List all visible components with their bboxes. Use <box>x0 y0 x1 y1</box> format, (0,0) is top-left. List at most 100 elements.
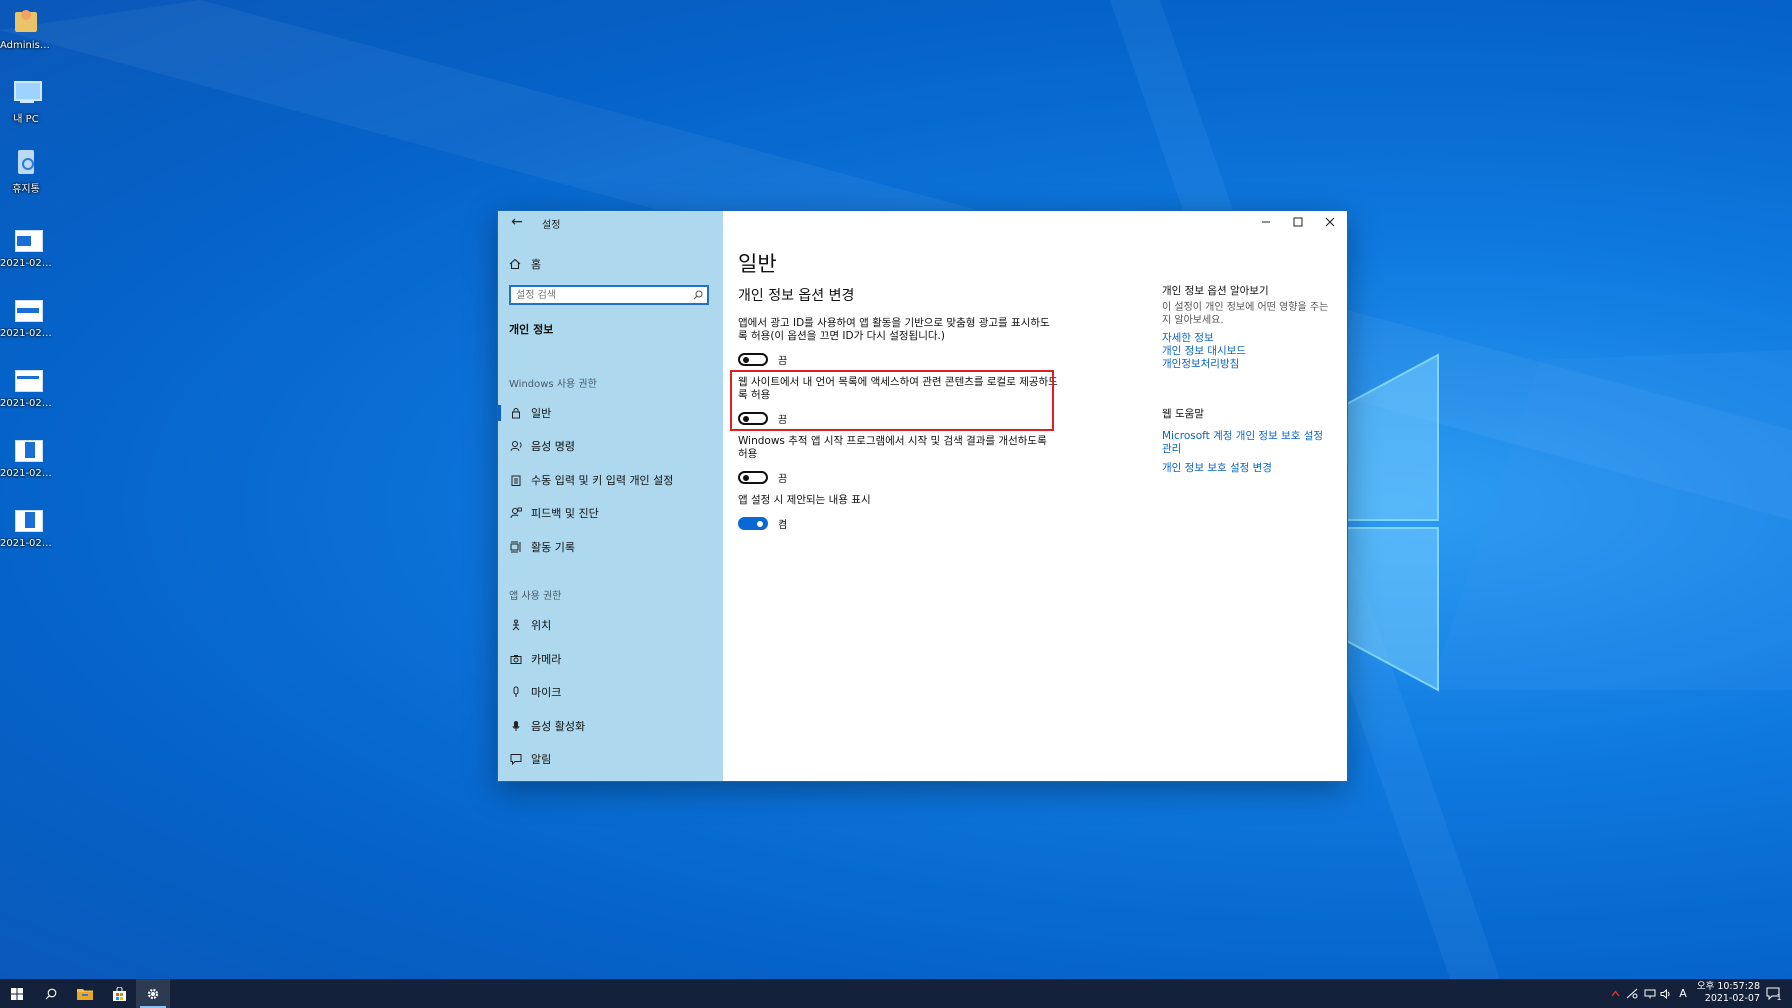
sidebar-item-label: 카메라 <box>531 653 562 666</box>
minimize-icon <box>1262 221 1270 223</box>
clock-date: 2021-02-07 <box>1704 993 1760 1004</box>
titlebar: ← 설정 <box>498 211 723 233</box>
link-privacy-dashboard[interactable]: 개인 정보 대시보드 <box>1162 345 1332 358</box>
home-link[interactable]: 홈 <box>509 256 541 272</box>
folder-icon <box>77 989 93 1000</box>
option-app-launch-tracking: Windows 추적 앱 시작 프로그램에서 시작 및 검색 결과를 개선하도록… <box>738 435 1058 485</box>
settings-search-box[interactable] <box>509 285 709 305</box>
desktop-icon-administrator[interactable]: Administra... <box>0 8 52 51</box>
toggle-state-label: 켬 <box>778 519 788 531</box>
search-icon <box>693 290 703 300</box>
option-description: 앱 설정 시 제안되는 내용 표시 <box>738 494 871 506</box>
taskbar-search-button[interactable] <box>34 979 68 1008</box>
advertising-id-toggle[interactable] <box>738 352 768 366</box>
settings-search-input[interactable] <box>511 287 686 303</box>
tray-show-hidden[interactable] <box>1608 979 1622 1008</box>
image-file-icon <box>11 436 43 464</box>
voice-activation-icon <box>512 721 520 731</box>
clock-time: 오후 10:57:28 <box>1696 981 1760 992</box>
image-file-icon <box>11 506 43 534</box>
main-content: 일반 개인 정보 옵션 변경 앱에서 광고 ID를 사용하여 앱 활동을 기반으… <box>723 211 1347 781</box>
sidebar: ← 설정 홈 개인 정보 Windows 사용 권한 일반 음성 명령 <box>498 211 723 781</box>
image-file-icon <box>11 366 43 394</box>
sidebar-item-notifications[interactable]: 알림 <box>498 748 723 770</box>
app-title: 설정 <box>542 220 561 231</box>
home-label: 홈 <box>531 258 542 271</box>
section-title: 개인 정보 옵션 변경 <box>738 288 855 304</box>
sidebar-item-camera[interactable]: 카메라 <box>498 648 723 670</box>
sidebar-item-activity-history[interactable]: 활동 기록 <box>498 536 723 558</box>
desktop-icon-screenshot-2[interactable]: 2021-02-0... <box>0 296 52 339</box>
page-title: 일반 <box>738 252 777 276</box>
image-file-icon <box>11 226 43 254</box>
store-button[interactable] <box>102 979 136 1008</box>
web-help-heading: 웹 도움말 <box>1162 408 1204 420</box>
desktop-icon-screenshot-4[interactable]: 2021-02-0... <box>0 436 52 479</box>
link-change-privacy-settings[interactable]: 개인 정보 보호 설정 변경 <box>1162 462 1332 475</box>
location-icon <box>512 619 520 631</box>
sidebar-item-label: 음성 명령 <box>531 440 575 453</box>
group-label-windows-permissions: Windows 사용 권한 <box>509 379 597 390</box>
minimize-button[interactable] <box>1250 211 1282 233</box>
close-button[interactable] <box>1314 211 1346 233</box>
suggested-content-toggle[interactable] <box>738 516 768 530</box>
maximize-button[interactable] <box>1282 211 1314 233</box>
active-indicator <box>498 405 501 421</box>
language-list-toggle[interactable] <box>738 411 768 425</box>
settings-window: ← 설정 홈 개인 정보 Windows 사용 권한 일반 음성 명령 <box>498 211 1347 781</box>
sidebar-item-feedback[interactable]: 피드백 및 진단 <box>498 502 723 524</box>
speech-icon <box>510 441 522 452</box>
option-description: Windows 추적 앱 시작 프로그램에서 시작 및 검색 결과를 개선하도록… <box>738 435 1047 460</box>
sidebar-item-location[interactable]: 위치 <box>498 614 723 636</box>
sidebar-item-microphone[interactable]: 마이크 <box>498 681 723 703</box>
toggle-state-label: 끔 <box>778 473 788 485</box>
sidebar-item-label: 일반 <box>531 407 552 420</box>
link-manage-account-privacy[interactable]: Microsoft 계정 개인 정보 보호 설정 관리 <box>1162 430 1332 456</box>
link-learn-more[interactable]: 자세한 정보 <box>1162 332 1332 345</box>
settings-taskbar-button[interactable] <box>136 979 170 1008</box>
link-privacy-statement[interactable]: 개인정보처리방침 <box>1162 358 1332 371</box>
sidebar-item-inking-typing[interactable]: 수동 입력 및 키 입력 개인 설정 <box>498 469 723 491</box>
sidebar-item-label: 피드백 및 진단 <box>531 507 599 520</box>
volume-icon <box>1660 988 1670 999</box>
desktop-icon-this-pc[interactable]: 내 PC <box>0 78 52 125</box>
learn-heading: 개인 정보 옵션 알아보기 <box>1162 285 1269 297</box>
desktop-icon-screenshot-3[interactable]: 2021-02-0... <box>0 366 52 409</box>
tray-network[interactable] <box>1624 979 1640 1008</box>
home-icon <box>509 258 521 270</box>
option-description: 앱에서 광고 ID를 사용하여 앱 활동을 기반으로 맞춤형 광고를 표시하도록… <box>738 317 1050 342</box>
clipboard-icon <box>511 475 521 486</box>
monitor-icon <box>1644 989 1656 998</box>
user-folder-icon <box>11 8 41 36</box>
sidebar-item-voice-activation[interactable]: 음성 활성화 <box>498 715 723 737</box>
clock[interactable]: 오후 10:57:28 2021-02-07 <box>1688 981 1760 1005</box>
sidebar-item-speech[interactable]: 음성 명령 <box>498 435 723 457</box>
app-launch-tracking-toggle[interactable] <box>738 470 768 484</box>
group-label-app-permissions: 앱 사용 권한 <box>509 591 562 602</box>
option-advertising-id: 앱에서 광고 ID를 사용하여 앱 활동을 기반으로 맞춤형 광고를 표시하도록… <box>738 317 1058 367</box>
desktop-icon-screenshot-5[interactable]: 2021-02-0... <box>0 506 52 549</box>
start-button[interactable] <box>0 979 34 1008</box>
learn-description: 이 설정이 개인 정보에 어떤 영향을 주는지 알아보세요. <box>1162 302 1329 326</box>
microphone-icon <box>513 686 519 697</box>
action-center-button[interactable]: 1 <box>1760 979 1788 1008</box>
option-suggested-content: 앱 설정 시 제안되는 내용 표시 켬 <box>738 494 1058 531</box>
sidebar-section-title: 개인 정보 <box>509 323 554 336</box>
desktop-icon-recycle-bin[interactable]: 휴지통 <box>0 148 52 195</box>
close-icon <box>1325 217 1335 227</box>
back-button[interactable]: ← <box>508 214 526 230</box>
desktop-icon-screenshot-1[interactable]: 2021-02-0... <box>0 226 52 269</box>
tray-volume[interactable] <box>1658 979 1674 1008</box>
sidebar-item-label: 알림 <box>531 753 552 766</box>
camera-icon <box>510 655 522 664</box>
image-file-icon <box>11 296 43 324</box>
computer-icon <box>11 78 42 106</box>
search-icon <box>45 988 57 999</box>
sidebar-item-general[interactable]: 일반 <box>498 402 723 424</box>
tray-display[interactable] <box>1642 979 1658 1008</box>
gear-icon <box>147 988 159 999</box>
sidebar-item-label: 수동 입력 및 키 입력 개인 설정 <box>531 474 674 487</box>
sidebar-item-label: 마이크 <box>531 686 562 699</box>
file-explorer-button[interactable] <box>68 979 102 1008</box>
maximize-icon <box>1293 217 1303 227</box>
